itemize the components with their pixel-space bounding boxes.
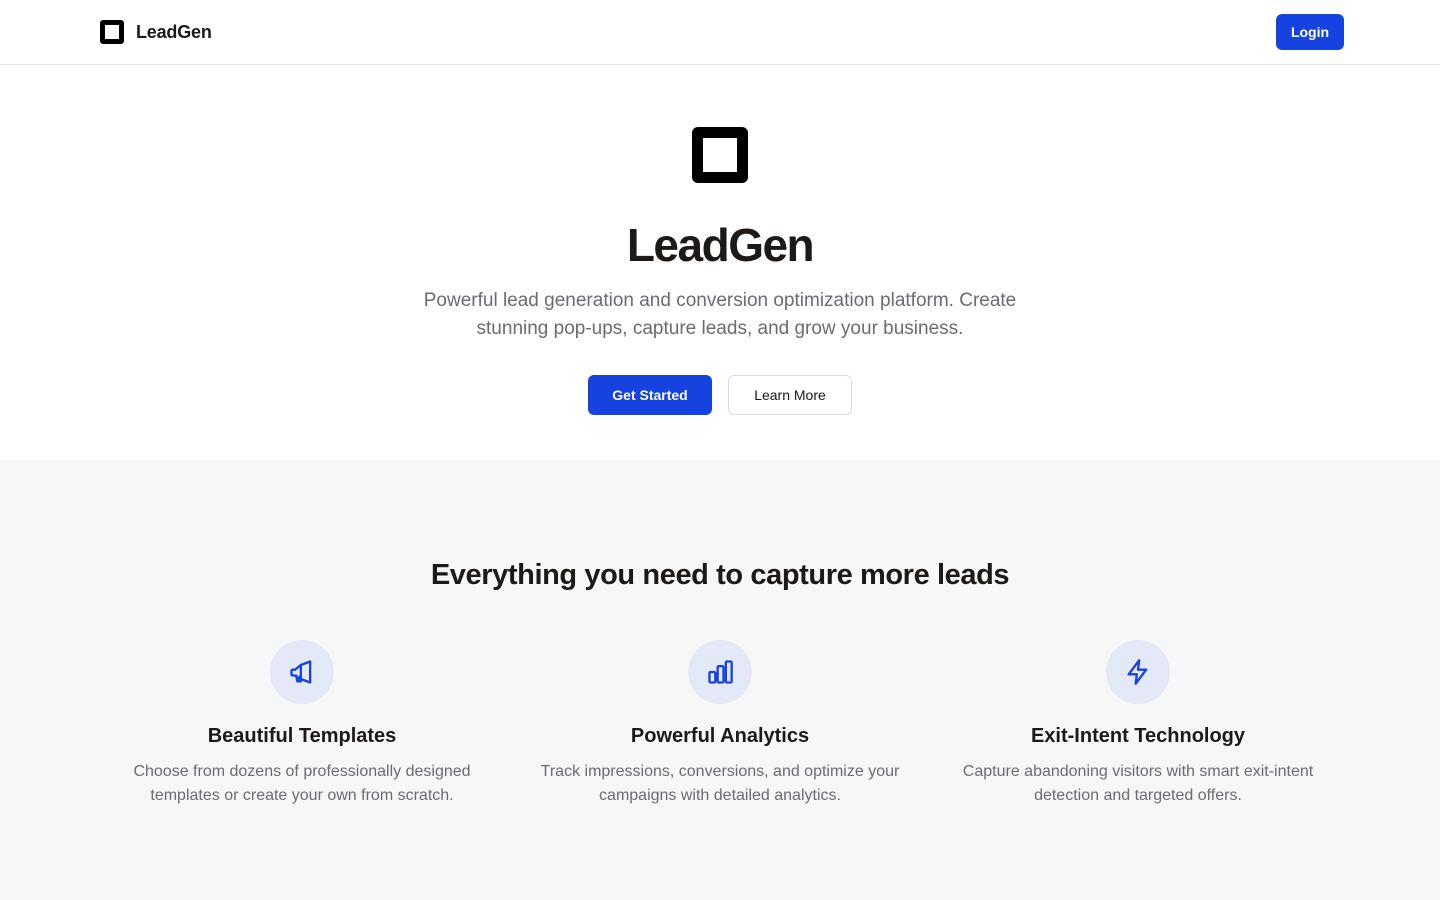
features-title: Everything you need to capture more lead…	[430, 559, 1010, 591]
feature-title: Powerful Analytics	[630, 725, 810, 747]
megaphone-icon	[270, 640, 334, 704]
hero-section: LeadGen Powerful lead generation and con…	[0, 65, 1440, 460]
hero-subtitle: Powerful lead generation and conversion …	[423, 290, 1017, 339]
feature-description: Choose from dozens of professionally des…	[133, 763, 471, 804]
feature-title: Beautiful Templates	[207, 725, 397, 747]
logo-icon	[100, 20, 124, 44]
brand[interactable]: LeadGen	[100, 20, 212, 44]
feature-card: Exit-Intent Technology Capture abandonin…	[929, 640, 1347, 808]
feature-card: Powerful Analytics Track impressions, co…	[511, 640, 929, 808]
get-started-button[interactable]: Get Started	[588, 375, 712, 415]
learn-more-button[interactable]: Learn More	[728, 375, 852, 415]
feature-description: Track impressions, conversions, and opti…	[540, 763, 900, 804]
brand-name: LeadGen	[136, 21, 212, 42]
hero-actions: Get Started Learn More	[588, 375, 852, 415]
feature-card: Beautiful Templates Choose from dozens o…	[93, 640, 511, 808]
feature-description: Capture abandoning visitors with smart e…	[962, 763, 1314, 804]
login-button[interactable]: Login	[1276, 14, 1344, 50]
top-navbar: LeadGen Login	[0, 0, 1440, 65]
feature-title: Exit-Intent Technology	[1030, 725, 1246, 747]
hero-logo-icon	[692, 127, 748, 183]
lightning-icon	[1106, 640, 1170, 704]
features-grid: Beautiful Templates Choose from dozens o…	[0, 640, 1440, 808]
features-section: Everything you need to capture more lead…	[0, 460, 1440, 900]
bar-chart-icon	[688, 640, 752, 704]
hero-title: LeadGen	[626, 219, 815, 271]
